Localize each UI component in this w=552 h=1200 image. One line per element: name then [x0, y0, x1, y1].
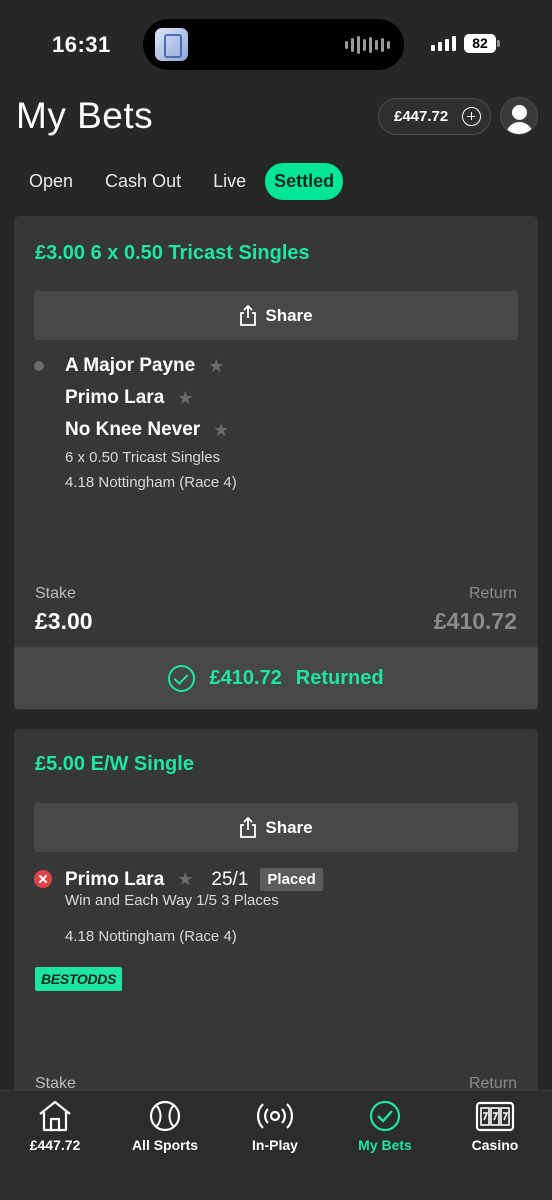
returned-label: Returned	[295, 666, 384, 689]
bet-card: £3.00 6 x 0.50 Tricast Singles Share A M…	[14, 216, 538, 710]
selection-name: Primo Lara ★ 25/1 Placed	[65, 868, 323, 891]
star-icon[interactable]: ★	[208, 356, 224, 377]
status-time: 16:31	[52, 32, 111, 57]
broadcast-icon	[256, 1103, 294, 1129]
home-icon	[39, 1100, 71, 1132]
share-button[interactable]: Share	[34, 291, 518, 340]
dynamic-island	[143, 19, 404, 70]
check-circle-icon	[168, 664, 196, 692]
slot-machine-icon	[475, 1101, 515, 1132]
lost-cross-icon	[34, 870, 52, 888]
nav-in-play[interactable]: In-Play	[220, 1099, 330, 1153]
bet-card: £5.00 E/W Single Share Primo Lara ★ 25/1…	[14, 729, 538, 1129]
check-circle-icon	[369, 1100, 401, 1132]
signal-icon	[431, 35, 456, 51]
bet-type: 6 x 0.50 Tricast Singles	[65, 449, 221, 466]
page-title: My Bets	[16, 95, 154, 136]
bets-tabs: Open Cash Out Live Settled	[16, 163, 349, 200]
event-name: 4.18 Nottingham (Race 4)	[65, 928, 237, 945]
bet-title: £5.00 E/W Single	[35, 753, 194, 775]
share-button[interactable]: Share	[34, 803, 518, 852]
return-label: Return	[468, 585, 517, 602]
best-odds-badge: BESTODDS	[35, 967, 123, 991]
share-label: Share	[265, 817, 313, 837]
tennis-ball-icon	[149, 1100, 181, 1132]
share-icon	[240, 305, 257, 326]
stake-value: £3.00	[35, 608, 93, 634]
bottom-navigation: £447.72 All Sports In-Play My Bets Casin…	[0, 1090, 552, 1200]
share-label: Share	[265, 305, 313, 325]
selection-name: A Major Payne ★	[65, 355, 225, 377]
returned-status: £410.72 Returned	[14, 647, 538, 709]
selection-name: No Knee Never ★	[65, 419, 230, 441]
share-icon	[240, 817, 257, 838]
market-name: Win and Each Way 1/5 3 Places	[65, 892, 279, 909]
star-icon[interactable]: ★	[177, 869, 193, 890]
balance-button[interactable]: £447.72	[378, 98, 491, 135]
tab-settled[interactable]: Settled	[265, 163, 344, 200]
star-icon[interactable]: ★	[177, 388, 193, 409]
nav-home[interactable]: £447.72	[0, 1099, 110, 1153]
nav-my-bets[interactable]: My Bets	[330, 1099, 440, 1153]
result-badge: Placed	[260, 868, 323, 891]
status-bar: 16:31 82	[0, 0, 552, 90]
battery-tip	[497, 40, 500, 47]
bet-title: £3.00 6 x 0.50 Tricast Singles	[35, 242, 310, 264]
status-dot-icon	[34, 361, 44, 371]
tab-cash-out[interactable]: Cash Out	[92, 163, 194, 200]
add-funds-icon	[462, 107, 481, 126]
battery-icon: 82	[464, 34, 496, 53]
nav-casino[interactable]: Casino	[440, 1099, 550, 1153]
stake-label: Stake	[35, 585, 76, 602]
app-activity-icon	[155, 28, 188, 61]
audio-wave-icon	[345, 35, 390, 55]
balance-amount: £447.72	[394, 108, 449, 125]
returned-amount: £410.72	[209, 666, 282, 689]
account-avatar[interactable]	[500, 97, 538, 135]
nav-all-sports[interactable]: All Sports	[110, 1099, 220, 1153]
odds-value: 25/1	[211, 868, 249, 890]
event-name: 4.18 Nottingham (Race 4)	[65, 474, 237, 491]
selection-name: Primo Lara ★	[65, 387, 194, 409]
star-icon[interactable]: ★	[213, 420, 229, 441]
tab-open[interactable]: Open	[16, 163, 86, 200]
return-value: £410.72	[433, 608, 517, 634]
tab-live[interactable]: Live	[200, 163, 259, 200]
